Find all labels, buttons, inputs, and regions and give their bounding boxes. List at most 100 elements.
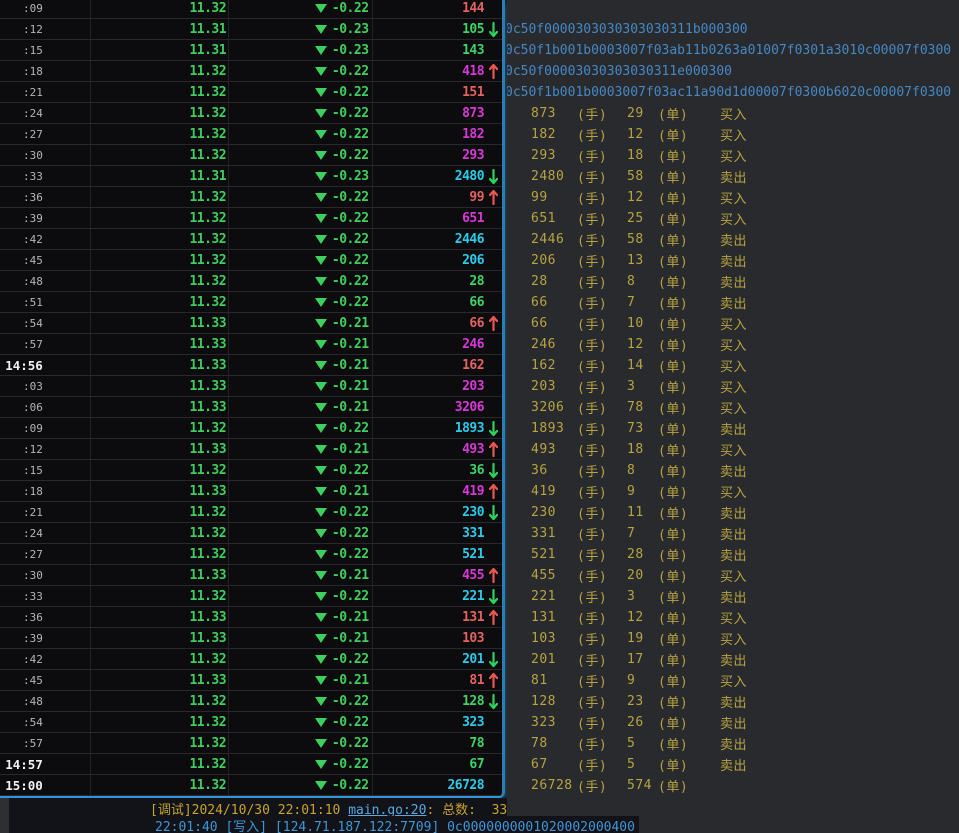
- tick-row[interactable]: :2111.32-0.22151: [0, 82, 502, 103]
- tick-row[interactable]: 15:0011.32-0.2226728: [0, 775, 502, 796]
- trade-direction: 卖出: [720, 650, 747, 669]
- trade-orders-label: (单): [658, 209, 720, 228]
- tick-row[interactable]: :2411.32-0.22873: [0, 103, 502, 124]
- trade-log-row: 81(手)9(单)买入: [507, 670, 959, 691]
- tick-change-value: -0.21: [332, 568, 369, 583]
- tick-row[interactable]: :2411.32-0.22331: [0, 523, 502, 544]
- trade-volume: 67: [531, 757, 577, 772]
- tick-change-value: -0.22: [332, 589, 369, 604]
- tick-row[interactable]: :1511.31-0.23143: [0, 40, 502, 61]
- debug-console-panel[interactable]: 0c50f0000303030303030311b0003000c50f1b00…: [507, 0, 959, 833]
- trade-direction: 卖出: [720, 545, 747, 564]
- down-arrow-icon: [489, 420, 498, 437]
- tick-row[interactable]: :1511.32-0.2236: [0, 460, 502, 481]
- trade-direction: 买入: [720, 335, 747, 354]
- tick-row[interactable]: :5711.32-0.2278: [0, 733, 502, 754]
- tick-row[interactable]: :0311.33-0.21203: [0, 376, 502, 397]
- hex-dump-line: 0c50f1b001b0003007f03ab11b0263a01007f030…: [507, 40, 959, 61]
- tick-row[interactable]: :3611.32-0.2299: [0, 187, 502, 208]
- trade-orders-label: (单): [658, 461, 720, 480]
- tick-row[interactable]: :3311.32-0.22221: [0, 586, 502, 607]
- tick-row[interactable]: :1211.31-0.23105: [0, 19, 502, 40]
- tick-change-value: -0.21: [332, 337, 369, 352]
- tick-row[interactable]: :0911.32-0.22144: [0, 0, 502, 19]
- tick-row[interactable]: :4511.33-0.2181: [0, 670, 502, 691]
- tick-change: -0.21: [226, 568, 368, 583]
- tick-row[interactable]: 14:5711.32-0.2267: [0, 754, 502, 775]
- tick-volume: 162: [369, 358, 485, 373]
- tick-row[interactable]: :4511.32-0.22206: [0, 250, 502, 271]
- down-triangle-icon: [315, 25, 327, 34]
- tick-volume: 151: [369, 85, 485, 100]
- tick-row[interactable]: :3311.31-0.232480: [0, 166, 502, 187]
- up-arrow-icon: [489, 483, 498, 500]
- tick-volume: 2480: [369, 169, 485, 184]
- tick-time: :27: [0, 128, 43, 141]
- tick-price: 11.32: [43, 295, 226, 310]
- trade-order-count: 13: [627, 253, 658, 268]
- trade-volume: 873: [531, 106, 577, 121]
- tick-row[interactable]: :5411.33-0.2166: [0, 313, 502, 334]
- tick-row[interactable]: :4811.32-0.22128: [0, 691, 502, 712]
- trade-volume: 103: [531, 631, 577, 646]
- hex-dump-lines: 0c50f0000303030303030311b0003000c50f1b00…: [507, 19, 959, 103]
- tick-row[interactable]: :3011.33-0.21455: [0, 565, 502, 586]
- tick-arrow-slot: [484, 609, 502, 626]
- write-log-line: 22:01:40 [写入] [124.71.187.122:7709] 0c00…: [155, 816, 639, 833]
- trade-volume: 246: [531, 337, 577, 352]
- trade-orders-label: (单): [658, 335, 720, 354]
- trade-order-count: 12: [627, 610, 658, 625]
- tick-volume: 182: [369, 127, 485, 142]
- tick-row[interactable]: :5411.32-0.22323: [0, 712, 502, 733]
- trade-volume: 221: [531, 589, 577, 604]
- tick-row[interactable]: :0611.33-0.213206: [0, 397, 502, 418]
- trade-order-count: 29: [627, 106, 658, 121]
- tick-rows: :0911.32-0.22144:1211.31-0.23105:1511.31…: [0, 0, 502, 796]
- tick-row[interactable]: :3911.33-0.21103: [0, 628, 502, 649]
- tick-time: :45: [0, 674, 43, 687]
- down-triangle-icon: [315, 67, 327, 76]
- tick-row[interactable]: :1811.33-0.21419: [0, 481, 502, 502]
- tick-volume: 651: [369, 211, 485, 226]
- tick-row[interactable]: :3611.33-0.21131: [0, 607, 502, 628]
- tick-volume: 246: [369, 337, 485, 352]
- tick-volume: 873: [369, 106, 485, 121]
- tick-row[interactable]: :3911.32-0.22651: [0, 208, 502, 229]
- tick-row[interactable]: :1811.32-0.22418: [0, 61, 502, 82]
- tick-row[interactable]: 14:5611.33-0.21162: [0, 355, 502, 376]
- tick-time: :48: [0, 695, 43, 708]
- tick-time: :36: [0, 611, 43, 624]
- hex-dump-line: 0c50f0000303030303030311b000300: [507, 19, 959, 40]
- tick-row[interactable]: :2111.32-0.22230: [0, 502, 502, 523]
- tick-row[interactable]: :4211.32-0.22201: [0, 649, 502, 670]
- down-arrow-icon: [489, 504, 498, 521]
- trade-lots-label: (手): [577, 566, 627, 585]
- tick-volume: 66: [369, 295, 485, 310]
- down-triangle-icon: [315, 109, 327, 118]
- tick-row[interactable]: :5711.33-0.21246: [0, 334, 502, 355]
- trade-direction: 买入: [720, 104, 747, 123]
- trade-lots-label: (手): [577, 692, 627, 711]
- tick-row[interactable]: :2711.32-0.22182: [0, 124, 502, 145]
- trade-direction: 卖出: [720, 461, 747, 480]
- tick-row[interactable]: :3011.32-0.22293: [0, 145, 502, 166]
- tick-row[interactable]: :0911.32-0.221893: [0, 418, 502, 439]
- trade-log-row: 66(手)10(单)买入: [507, 313, 959, 334]
- tick-row[interactable]: :4211.32-0.222446: [0, 229, 502, 250]
- down-triangle-icon: [315, 697, 327, 706]
- tick-row[interactable]: :1211.33-0.21493: [0, 439, 502, 460]
- trade-order-count: 5: [627, 736, 658, 751]
- down-triangle-icon: [315, 445, 327, 454]
- trade-lots-label: (手): [577, 524, 627, 543]
- tick-arrow-slot: [484, 168, 502, 185]
- time-sales-table[interactable]: :0911.32-0.22144:1211.31-0.23105:1511.31…: [0, 0, 505, 798]
- tick-row[interactable]: :4811.32-0.2228: [0, 271, 502, 292]
- tick-change: -0.22: [226, 232, 368, 247]
- tick-row[interactable]: :5111.32-0.2266: [0, 292, 502, 313]
- tick-arrow-slot: [484, 672, 502, 689]
- tick-time: :33: [0, 590, 43, 603]
- tick-volume: 331: [369, 526, 485, 541]
- tick-row[interactable]: :2711.32-0.22521: [0, 544, 502, 565]
- tick-time: :54: [0, 317, 43, 330]
- tick-time: :42: [0, 653, 43, 666]
